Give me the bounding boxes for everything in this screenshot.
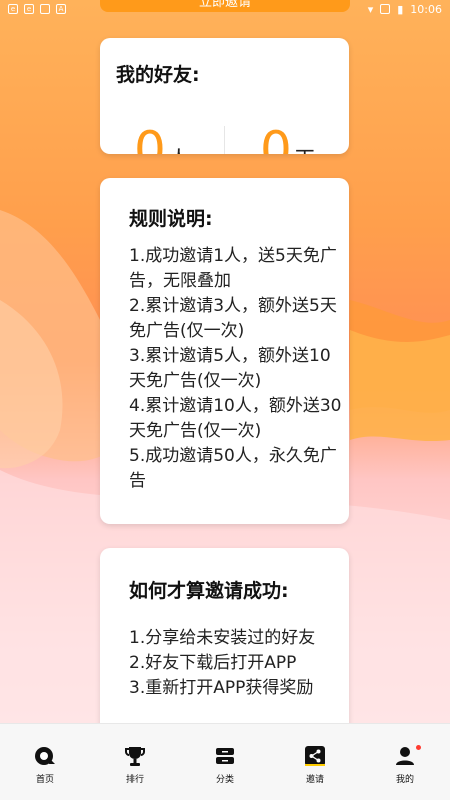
invite-now-button[interactable]: 立即邀请 — [100, 0, 350, 12]
tab-label: 邀请 — [305, 775, 324, 785]
status-right-icons: ▾ ▮ 10:06 — [368, 3, 442, 16]
days-unit: 天 — [294, 142, 316, 154]
invite-success-list: 1.分享给未安装过的好友 2.好友下载后打开APP 3.重新打开APP获得奖励 — [129, 628, 316, 698]
rules-title: 规则说明: — [129, 208, 213, 230]
invite-success-title: 如何才算邀请成功: — [129, 580, 289, 602]
tab-label: 首页 — [35, 775, 54, 785]
trophy-icon — [125, 747, 145, 766]
wifi-icon: ▾ — [367, 2, 374, 16]
image-notification-icon — [40, 4, 50, 14]
days-count-stat: 0 天 — [260, 120, 316, 154]
tab-home[interactable]: 首页 — [0, 724, 90, 800]
status-left-icons: e e A — [8, 4, 66, 14]
app-a-notification-icon: A — [56, 4, 66, 14]
friends-count: 0 — [134, 121, 166, 154]
tab-category[interactable]: 分类 — [180, 724, 270, 800]
status-time: 10:06 — [410, 2, 442, 16]
home-icon — [35, 747, 55, 765]
rules-list: 1.成功邀请1人，送5天免广 告，无限叠加 2.累计邀请3人，额外送5天 免广告… — [129, 246, 342, 491]
user-icon — [396, 747, 414, 765]
app-notification-icon: e — [8, 4, 18, 14]
no-sim-icon — [380, 4, 391, 14]
invite-success-card: 如何才算邀请成功: 1.分享给未安装过的好友 2.好友下载后打开APP 3.重新… — [100, 548, 349, 738]
friends-unit: 人 — [168, 142, 190, 154]
notification-dot — [416, 745, 421, 750]
rules-card: 规则说明: 1.成功邀请1人，送5天免广 告，无限叠加 2.累计邀请3人，额外送… — [100, 178, 349, 524]
app-notification-icon: e — [24, 4, 34, 14]
my-friends-card: 我的好友: 0 人 0 天 — [100, 38, 349, 154]
tab-invite[interactable]: 邀请 — [270, 724, 360, 800]
tab-mine[interactable]: 我的 — [360, 724, 450, 800]
card-title: 我的好友: — [116, 64, 200, 86]
friends-count-stat: 0 人 — [134, 120, 190, 154]
share-icon — [305, 746, 325, 766]
tab-ranking[interactable]: 排行 — [90, 724, 180, 800]
battery-icon: ▮ — [397, 2, 404, 16]
tab-label: 我的 — [395, 775, 414, 785]
tab-label: 分类 — [215, 775, 234, 785]
bottom-tab-bar: 首页 排行 分类 邀请 我的 — [0, 723, 450, 800]
divider — [224, 126, 225, 154]
tab-label: 排行 — [125, 775, 144, 785]
days-count: 0 — [260, 121, 292, 154]
category-icon — [216, 748, 234, 764]
